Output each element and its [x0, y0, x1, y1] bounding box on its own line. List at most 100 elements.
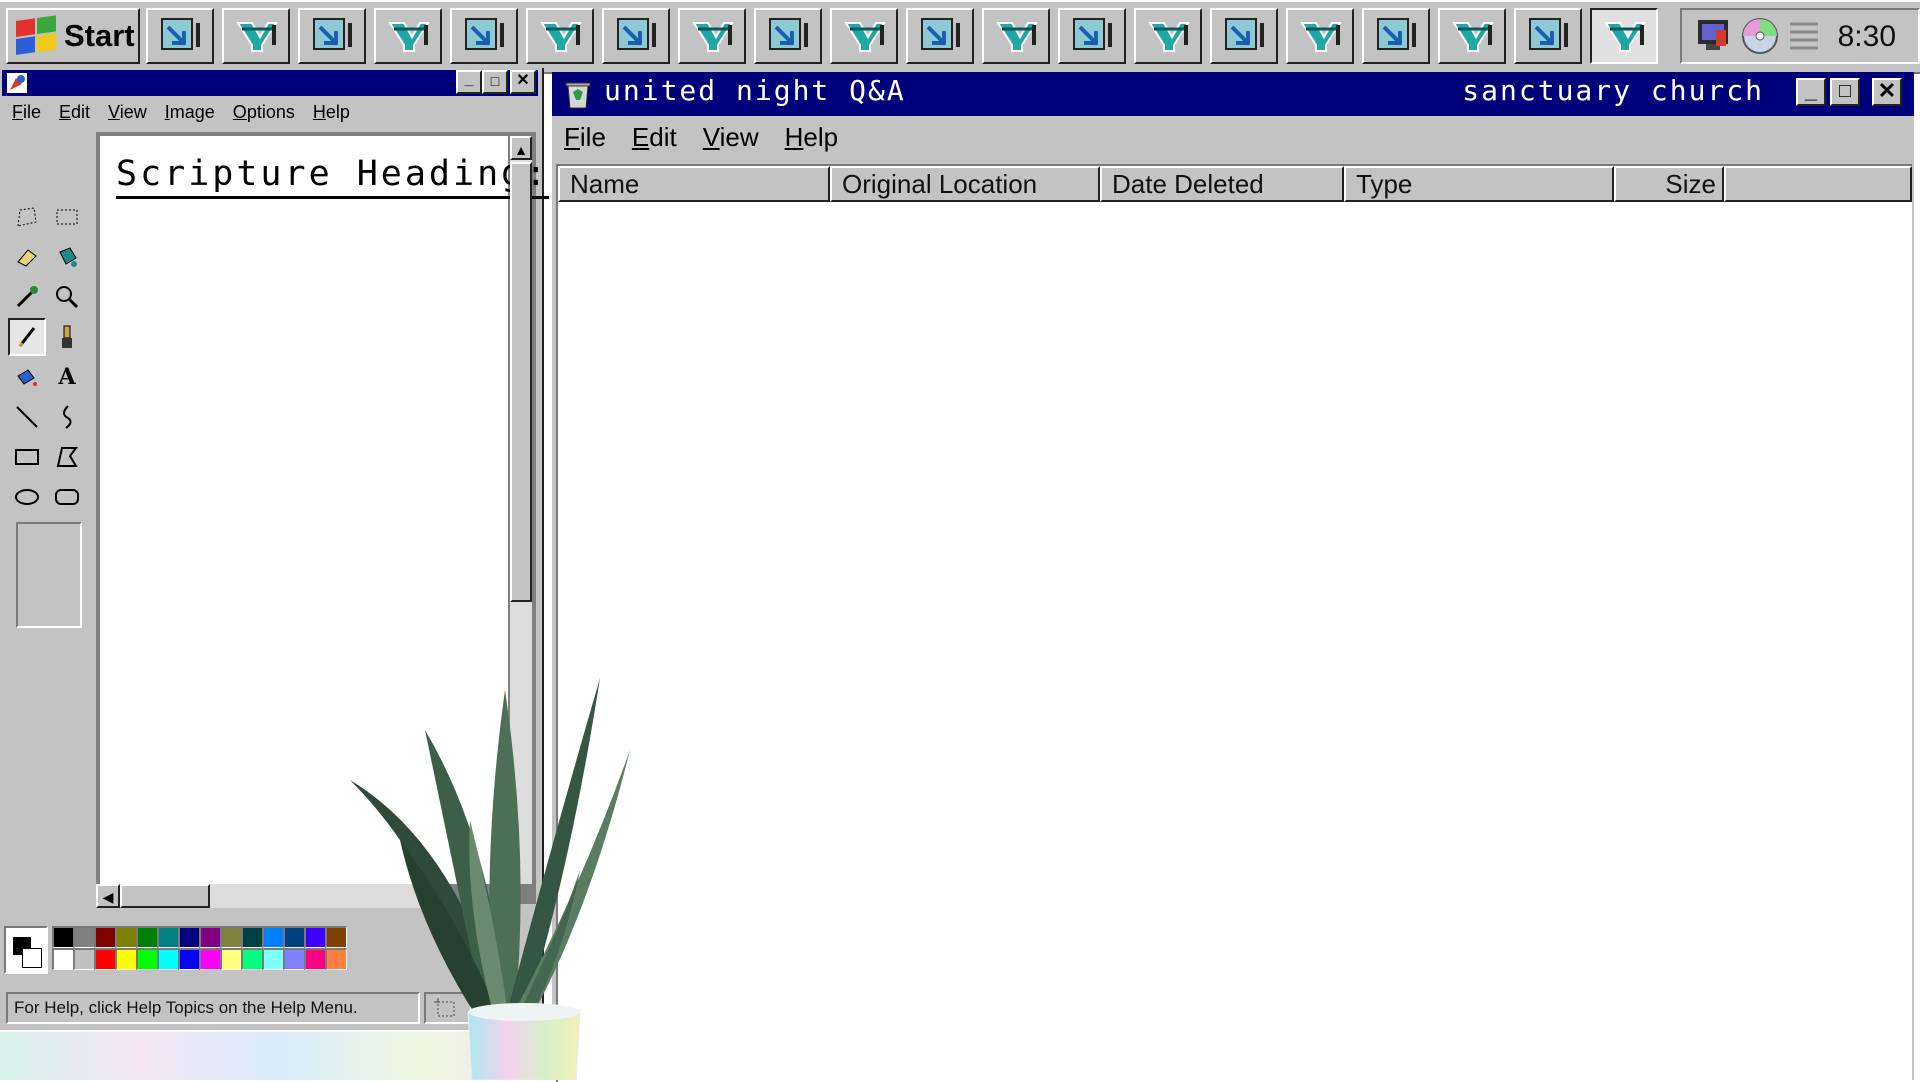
- palette-swatch[interactable]: [115, 948, 137, 970]
- palette-swatch[interactable]: [304, 926, 326, 948]
- menu-image[interactable]: Image: [165, 102, 215, 123]
- polygon-tool-icon[interactable]: [48, 438, 86, 476]
- start-button[interactable]: Start: [6, 8, 140, 64]
- palette-swatch[interactable]: [73, 948, 95, 970]
- palette-swatch[interactable]: [199, 948, 221, 970]
- palette-swatch[interactable]: [73, 926, 95, 948]
- taskbar-app-button[interactable]: [1286, 8, 1354, 64]
- recycle-titlebar[interactable]: united night Q&A sanctuary church _ □ ✕: [552, 72, 1914, 116]
- taskbar-app-button[interactable]: [1514, 8, 1582, 64]
- menu-view[interactable]: View: [703, 122, 759, 153]
- tool-options-box[interactable]: [16, 522, 82, 628]
- palette-swatch[interactable]: [115, 926, 137, 948]
- magnifier-tool-icon[interactable]: [48, 278, 86, 316]
- palette-swatch[interactable]: [178, 926, 200, 948]
- maximize-button[interactable]: □: [1830, 78, 1860, 106]
- taskbar-app-button[interactable]: [982, 8, 1050, 64]
- palette-swatch[interactable]: [157, 948, 179, 970]
- taskbar-app-button[interactable]: [298, 8, 366, 64]
- column-name[interactable]: Name: [558, 166, 830, 202]
- menu-file[interactable]: File: [12, 102, 41, 123]
- palette-swatch[interactable]: [304, 948, 326, 970]
- paint-titlebar[interactable]: _ □ ✕: [2, 70, 538, 96]
- taskbar-app-button[interactable]: [1362, 8, 1430, 64]
- volume-icon[interactable]: [1786, 16, 1822, 56]
- taskbar-app-button[interactable]: [906, 8, 974, 64]
- taskbar-app-button[interactable]: [450, 8, 518, 64]
- airbrush-tool-icon[interactable]: [8, 358, 46, 396]
- free-select-tool-icon[interactable]: [8, 198, 46, 236]
- scroll-thumb[interactable]: [510, 162, 532, 602]
- palette-swatch[interactable]: [262, 926, 284, 948]
- fill-tool-icon[interactable]: [48, 238, 86, 276]
- shortcut-app-icon: [617, 18, 656, 50]
- recycle-bin-icon[interactable]: [562, 78, 594, 110]
- column-type[interactable]: Type: [1344, 166, 1614, 202]
- menu-edit[interactable]: Edit: [59, 102, 90, 123]
- palette-swatch[interactable]: [241, 948, 263, 970]
- file-list[interactable]: Name Original Location Date Deleted Type…: [556, 164, 1912, 1082]
- color-picker-tool-icon[interactable]: [8, 278, 46, 316]
- minimize-button[interactable]: _: [1796, 78, 1826, 106]
- menu-help[interactable]: Help: [313, 102, 350, 123]
- rectangle-tool-icon[interactable]: [8, 438, 46, 476]
- palette-swatch[interactable]: [283, 926, 305, 948]
- taskbar-app-button[interactable]: [222, 8, 290, 64]
- display-settings-icon[interactable]: [1694, 16, 1734, 56]
- cd-player-icon[interactable]: [1740, 16, 1780, 56]
- text-tool-icon[interactable]: A: [48, 358, 86, 396]
- column-original-location[interactable]: Original Location: [830, 166, 1100, 202]
- minimize-button[interactable]: _: [456, 70, 482, 94]
- taskbar-app-button[interactable]: [830, 8, 898, 64]
- palette-swatch[interactable]: [178, 948, 200, 970]
- select-tool-icon[interactable]: [48, 198, 86, 236]
- taskbar-app-button[interactable]: [754, 8, 822, 64]
- palette-swatch[interactable]: [52, 948, 74, 970]
- scroll-up-icon[interactable]: ▲: [510, 136, 532, 160]
- scroll-left-icon[interactable]: ◀: [96, 884, 120, 908]
- palette-swatch[interactable]: [136, 948, 158, 970]
- palette-swatch[interactable]: [52, 926, 74, 948]
- palette-swatch[interactable]: [157, 926, 179, 948]
- paint-app-icon[interactable]: [6, 72, 28, 94]
- menu-options[interactable]: Options: [233, 102, 295, 123]
- menu-help[interactable]: Help: [785, 122, 838, 153]
- palette-swatch[interactable]: [220, 926, 242, 948]
- taskbar-app-button[interactable]: [146, 8, 214, 64]
- palette-swatch[interactable]: [94, 926, 116, 948]
- brush-tool-icon[interactable]: [48, 318, 86, 356]
- taskbar-app-button[interactable]: [1134, 8, 1202, 64]
- taskbar-app-button[interactable]: [526, 8, 594, 64]
- pencil-tool-icon[interactable]: [8, 318, 46, 356]
- taskbar-app-button[interactable]: [374, 8, 442, 64]
- palette-swatch[interactable]: [220, 948, 242, 970]
- menu-view[interactable]: View: [108, 102, 147, 123]
- palette-swatch[interactable]: [283, 948, 305, 970]
- ellipse-tool-icon[interactable]: [8, 478, 46, 516]
- palette-swatch[interactable]: [262, 948, 284, 970]
- line-tool-icon[interactable]: [8, 398, 46, 436]
- taskbar-app-button[interactable]: [1590, 8, 1658, 64]
- clock[interactable]: 8:30: [1838, 20, 1896, 54]
- taskbar-app-button[interactable]: [678, 8, 746, 64]
- palette-swatch[interactable]: [94, 948, 116, 970]
- taskbar-app-button[interactable]: [1058, 8, 1126, 64]
- menu-file[interactable]: File: [564, 122, 606, 153]
- maximize-button[interactable]: □: [482, 70, 508, 94]
- palette-swatch[interactable]: [136, 926, 158, 948]
- menu-edit[interactable]: Edit: [632, 122, 677, 153]
- eraser-tool-icon[interactable]: [8, 238, 46, 276]
- taskbar-app-button[interactable]: [602, 8, 670, 64]
- taskbar-app-button[interactable]: [1210, 8, 1278, 64]
- column-date-deleted[interactable]: Date Deleted: [1100, 166, 1344, 202]
- curve-tool-icon[interactable]: [48, 398, 86, 436]
- paint-menubar: File Edit View Image Options Help: [12, 102, 368, 123]
- hscroll-thumb[interactable]: [120, 884, 210, 908]
- palette-swatch[interactable]: [199, 926, 221, 948]
- taskbar-app-button[interactable]: [1438, 8, 1506, 64]
- palette-swatch[interactable]: [241, 926, 263, 948]
- rounded-rect-tool-icon[interactable]: [48, 478, 86, 516]
- close-button[interactable]: ✕: [510, 70, 536, 94]
- close-button[interactable]: ✕: [1872, 78, 1902, 106]
- column-size[interactable]: Size: [1614, 166, 1724, 202]
